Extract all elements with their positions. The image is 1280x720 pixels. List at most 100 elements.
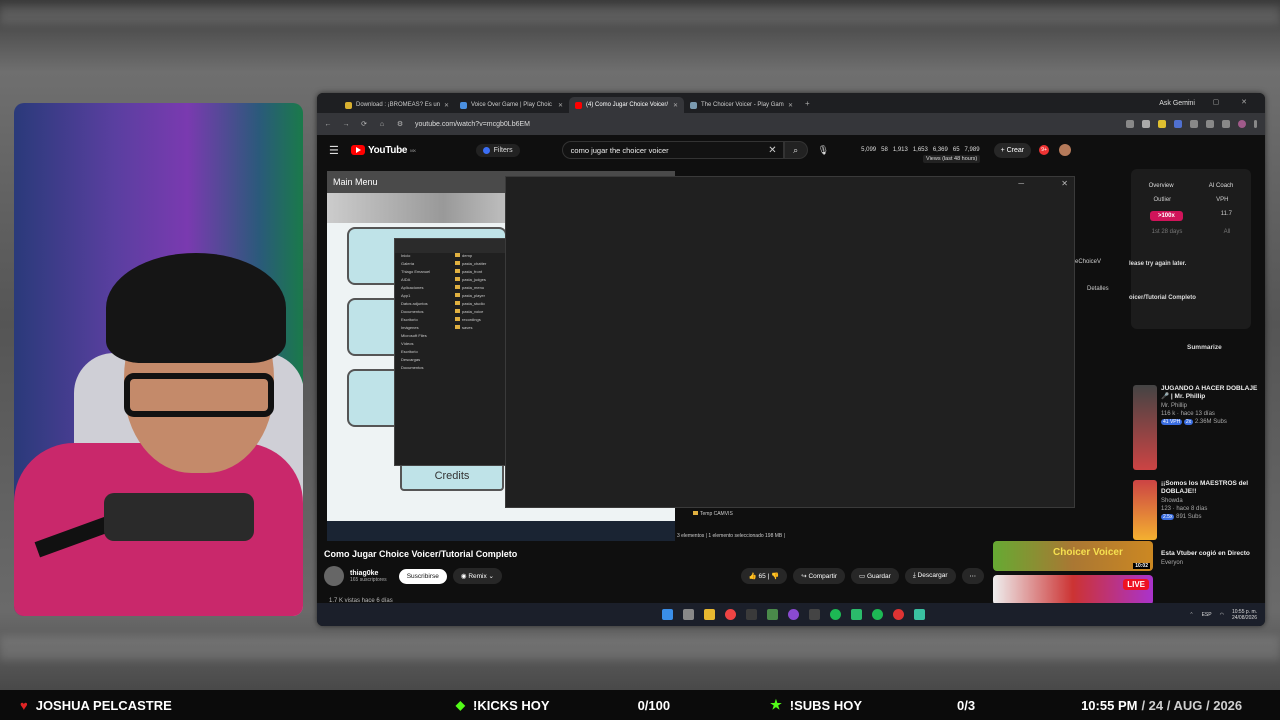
- glasses: [124, 373, 274, 417]
- rec-title[interactable]: ¡¡Somos los MAESTROS del DOBLAJE!!: [1161, 480, 1259, 496]
- share-label: Compartir: [808, 573, 837, 580]
- tab-bar: Download : ¡BROMEAS? Es un ✕ Voice Over G…: [317, 93, 1265, 113]
- star-icon: ★: [770, 697, 782, 712]
- explorer-titlebar: [395, 239, 508, 253]
- live-badge: LIVE: [1123, 579, 1149, 590]
- browser-tab[interactable]: The Choicer Voicer - Play Gam ✕: [684, 97, 799, 113]
- nav-item: App1: [401, 293, 411, 298]
- favicon-icon: [460, 101, 467, 109]
- browser-tab[interactable]: Download : ¡BROMEAS? Es un ✕: [339, 97, 454, 113]
- app-icon[interactable]: [851, 609, 862, 620]
- thumbs-down-icon[interactable]: 👎: [771, 573, 779, 580]
- list-item[interactable]: ¡¡Somos los MAESTROS del DOBLAJE!! Showd…: [1133, 480, 1259, 540]
- range-label[interactable]: 1st 28 days: [1152, 229, 1183, 235]
- back-icon[interactable]: ←: [321, 121, 335, 128]
- all-label[interactable]: All: [1224, 229, 1231, 235]
- browser-tab[interactable]: Voice Over Game | Play Choic ✕: [454, 97, 569, 113]
- app-icon[interactable]: [809, 609, 820, 620]
- rec-title[interactable]: JUGANDO A HACER DOBLAJE 🎤 | Mr. Phillip: [1161, 385, 1259, 401]
- menu-icon[interactable]: [1254, 120, 1257, 128]
- extension-icon[interactable]: [1126, 120, 1134, 128]
- rec-channel[interactable]: Everyon: [1161, 560, 1250, 566]
- new-tab-icon[interactable]: +: [805, 99, 810, 108]
- file-explorer-icon[interactable]: [704, 609, 715, 620]
- url-field[interactable]: youtube.com/watch?v=mcgb0Lb6EM: [415, 121, 530, 128]
- share-button[interactable]: ↪ Compartir: [793, 568, 845, 584]
- video-thumbnail[interactable]: LIVE: [993, 575, 1153, 605]
- search-input[interactable]: como jugar the choicer voicer ✕: [561, 141, 784, 159]
- app-icon[interactable]: [788, 609, 799, 620]
- download-button[interactable]: ⤓ Descargar: [904, 568, 956, 584]
- vph-value: 11.7: [1220, 211, 1233, 217]
- close-icon[interactable]: ✕: [788, 102, 793, 109]
- app-icon[interactable]: [767, 609, 778, 620]
- folder-item: pasta_menu: [449, 285, 508, 293]
- folder-label: pasta_judges: [462, 277, 486, 282]
- search-button[interactable]: ⌕: [783, 141, 808, 159]
- taskbar-clock[interactable]: 10:55 p. m. 24/08/2026: [1232, 609, 1257, 621]
- channel-name[interactable]: thiag0ke: [350, 570, 378, 577]
- minimize-icon[interactable]: ─: [1018, 179, 1024, 188]
- profile-icon[interactable]: [1238, 120, 1246, 128]
- channel-search-field[interactable]: eChoiceV: [1075, 259, 1101, 265]
- like-button[interactable]: 👍 65 | 👎: [740, 568, 788, 584]
- spotify-icon[interactable]: [830, 609, 841, 620]
- notifications-icon[interactable]: 9+: [1039, 145, 1050, 155]
- site-info-icon[interactable]: ⚙: [393, 120, 407, 128]
- bookmark-star-icon[interactable]: [1142, 120, 1150, 128]
- app-icon[interactable]: [893, 609, 904, 620]
- youtube-logo[interactable]: YouTube MX: [351, 145, 416, 156]
- close-icon[interactable]: ✕: [1061, 179, 1068, 188]
- tab-ai-coach[interactable]: AI Coach: [1209, 183, 1234, 189]
- rec-channel[interactable]: Showda: [1161, 498, 1259, 504]
- channel-avatar[interactable]: [324, 566, 344, 586]
- video-thumbnail[interactable]: [1133, 480, 1157, 540]
- extension-icon[interactable]: [1158, 120, 1166, 128]
- list-item[interactable]: JUGANDO A HACER DOBLAJE 🎤 | Mr. Phillip …: [1133, 385, 1259, 470]
- video-thumbnail[interactable]: [1133, 385, 1157, 470]
- summarize-button[interactable]: Summarize: [1187, 344, 1222, 351]
- extension-icon[interactable]: [1190, 120, 1198, 128]
- wifi-icon[interactable]: ◠: [1220, 612, 1224, 618]
- outlier-label: Outlier: [1153, 197, 1172, 203]
- address-bar: ← → ⟳ ⌂ ⚙ youtube.com/watch?v=mcgb0Lb6EM: [317, 113, 1265, 135]
- hamburger-icon[interactable]: ☰: [329, 144, 341, 157]
- gem-icon: ◆: [455, 698, 465, 712]
- spotify-icon[interactable]: [872, 609, 883, 620]
- close-icon[interactable]: ✕: [444, 102, 449, 109]
- task-view-icon[interactable]: [683, 609, 694, 620]
- voice-search-icon[interactable]: 🎙: [818, 145, 829, 156]
- rec-channel[interactable]: Mr. Phillip: [1161, 403, 1259, 409]
- start-icon[interactable]: [662, 609, 673, 620]
- clear-search-icon[interactable]: ✕: [768, 145, 776, 156]
- app-icon[interactable]: [746, 609, 757, 620]
- close-icon[interactable]: ✕: [558, 102, 563, 109]
- chevron-up-icon[interactable]: ⌃: [1189, 612, 1193, 618]
- forward-icon[interactable]: →: [339, 121, 353, 128]
- extension-icon[interactable]: [1222, 120, 1230, 128]
- more-options-icon[interactable]: ⋯: [961, 568, 984, 584]
- extension-icon[interactable]: [1174, 120, 1182, 128]
- lang-indicator[interactable]: ESP: [1202, 612, 1212, 618]
- create-button[interactable]: + Crear: [993, 142, 1032, 158]
- details-button[interactable]: Detalles: [1087, 286, 1109, 292]
- reload-icon[interactable]: ⟳: [357, 120, 371, 128]
- browser-tab-active[interactable]: (4) Como Jugar Choice Voicer/ ✕: [569, 97, 684, 113]
- home-icon[interactable]: ⌂: [375, 121, 389, 128]
- save-button[interactable]: ▭ Guardar: [851, 568, 899, 584]
- tab-overview[interactable]: Overview: [1149, 183, 1174, 189]
- windows-taskbar: ⌃ ESP ◠ 10:55 p. m. 24/08/2026: [317, 603, 1265, 626]
- download-icon[interactable]: [1206, 120, 1214, 128]
- explorer-file-list: demp pasta_chatter pasta_front pasta_jud…: [449, 253, 508, 373]
- app-icon[interactable]: [914, 609, 925, 620]
- subscribe-button[interactable]: Suscribirse: [398, 568, 447, 584]
- video-thumbnail[interactable]: Choicer Voicer 10:02: [993, 541, 1153, 571]
- kicks-counter: 0/100: [637, 697, 671, 713]
- rec-title[interactable]: Esta Vtuber cogió en Directo: [1161, 550, 1250, 558]
- remix-button[interactable]: ◉ Remix ⌄: [452, 568, 503, 584]
- close-icon[interactable]: ✕: [673, 102, 678, 109]
- window-controls[interactable]: ─ ▢ ✕: [1186, 98, 1257, 106]
- avatar[interactable]: [1059, 144, 1072, 156]
- chrome-icon[interactable]: [725, 609, 736, 620]
- filters-button[interactable]: Filters: [475, 143, 520, 157]
